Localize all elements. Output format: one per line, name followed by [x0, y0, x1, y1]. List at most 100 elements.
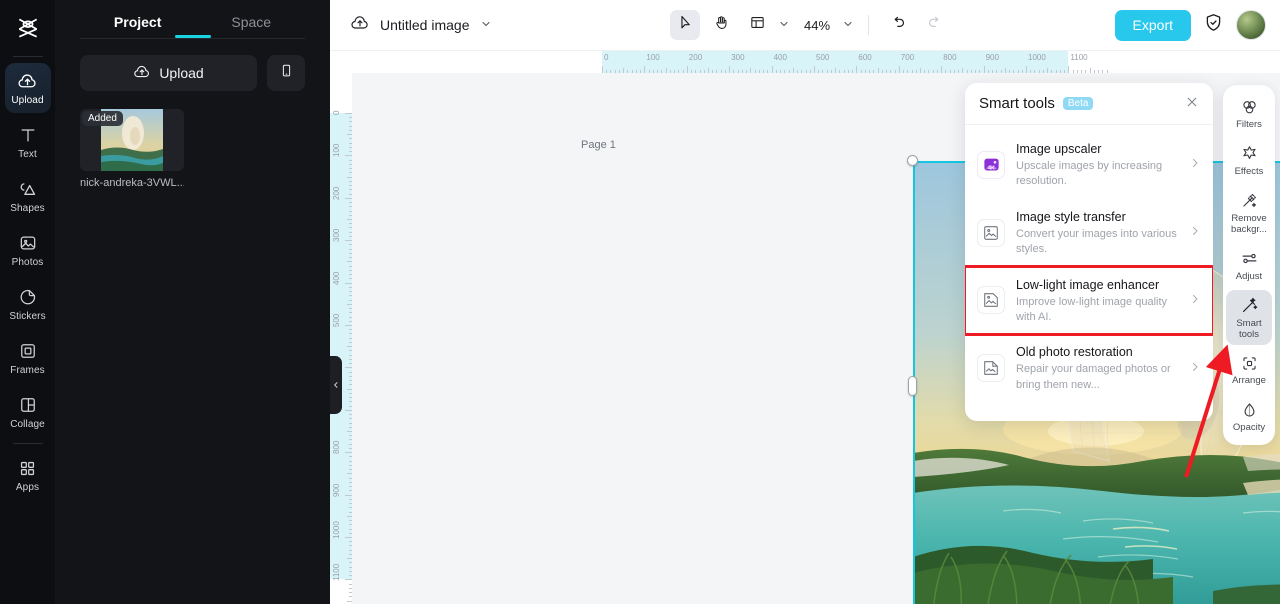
ruler-h-tick — [661, 70, 663, 73]
ruler-v-tick — [349, 414, 352, 416]
ruler-h-tick — [860, 70, 862, 73]
mobile-upload-button[interactable] — [267, 55, 305, 91]
right-tool-remove-background[interactable]: Remove backgr... — [1226, 185, 1272, 241]
cloud-upload-icon[interactable] — [350, 13, 370, 38]
tab-space[interactable]: Space — [231, 14, 271, 38]
document-title[interactable]: Untitled image — [380, 17, 470, 33]
ruler-v-tick — [349, 278, 352, 280]
right-tool-opacity[interactable]: Opacity — [1226, 394, 1272, 439]
smart-tool-item-image-upscaler[interactable]: 4K Image upscaler Upscale images by incr… — [965, 131, 1213, 199]
shield-check-icon[interactable] — [1203, 12, 1224, 38]
smart-tool-item-low-light-image-enhancer[interactable]: Low-light image enhancer Improve low-lig… — [965, 264, 1213, 337]
ruler-v-tick — [349, 308, 352, 310]
rail-item-collage[interactable]: Collage — [5, 387, 51, 437]
rail-item-stickers[interactable]: Stickers — [5, 279, 51, 329]
hand-tool-button[interactable] — [706, 10, 736, 40]
ruler-v-tick — [349, 392, 352, 394]
smart-tool-text: Old photo restoration Repair your damage… — [1016, 343, 1178, 393]
rail-item-shapes[interactable]: Shapes — [5, 171, 51, 221]
top-toolbar: Untitled image 44% Export — [330, 0, 1280, 51]
ruler-h-tick — [797, 70, 799, 73]
right-tool-arrange[interactable]: Arrange — [1226, 347, 1272, 392]
layout-chevron-down-icon[interactable] — [778, 18, 790, 33]
vertical-ruler[interactable]: 010020030040050060070080090010001100 — [330, 73, 352, 604]
rail-item-upload[interactable]: Upload — [4, 63, 51, 113]
ruler-v-tick — [349, 545, 352, 547]
rail-item-photos[interactable]: Photos — [5, 225, 51, 275]
app-root: Upload Text Shapes Photos Stickers Frame… — [0, 0, 1280, 604]
ruler-v-tick — [347, 515, 352, 517]
ruler-h-tick — [941, 66, 943, 73]
right-tool-filters[interactable]: Filters — [1226, 91, 1272, 136]
ruler-v-tick — [347, 219, 352, 220]
ruler-v-tick — [349, 528, 352, 530]
rail-item-text[interactable]: Text — [5, 117, 51, 167]
ruler-h-tick-label: 1100 — [1070, 53, 1088, 62]
canvas-area[interactable]: 0 100 200 300 400 500 600 700 800 900 1000 1100 0 10… — [330, 51, 1280, 604]
ruler-v-tick — [345, 494, 352, 496]
right-tool-adjust[interactable]: Adjust — [1226, 243, 1272, 288]
redo-button[interactable] — [919, 10, 949, 40]
ruler-h-tick — [826, 70, 828, 73]
ruler-v-tick — [349, 274, 352, 276]
ruler-h-tick — [708, 68, 709, 73]
smart-tool-desc: Repair your damaged photos or bring them… — [1016, 363, 1171, 391]
opacity-drop-icon — [1239, 400, 1259, 420]
page-label: Page 1 — [581, 139, 616, 151]
rail-item-apps[interactable]: Apps — [5, 450, 51, 500]
ruler-h-tick — [953, 70, 955, 73]
ruler-h-tick — [703, 70, 705, 73]
asset-thumbnail[interactable]: Added — [80, 109, 184, 171]
shapes-icon — [17, 178, 39, 200]
right-tool-effects[interactable]: Effects — [1226, 138, 1272, 183]
ruler-v-tick — [349, 341, 352, 343]
select-tool-button[interactable] — [670, 10, 700, 40]
ruler-h-tick-label: 900 — [985, 53, 999, 62]
ruler-v-tick — [349, 168, 352, 170]
smart-tool-text: Image upscaler Upscale images by increas… — [1016, 140, 1178, 190]
smart-tool-text: Image style transfer Convert your images… — [1016, 208, 1178, 258]
smart-tool-item-image-style-transfer[interactable]: Image style transfer Convert your images… — [965, 199, 1213, 267]
ruler-h-tick — [818, 70, 820, 73]
asset-item[interactable]: Added nick-andreka-3VWL... — [80, 109, 184, 189]
ruler-h-tick — [1042, 70, 1044, 73]
chevron-down-icon[interactable] — [480, 18, 492, 33]
close-x-icon[interactable] — [1185, 95, 1199, 113]
smart-tool-name: Image upscaler — [1016, 142, 1102, 156]
user-avatar[interactable] — [1236, 10, 1266, 40]
tab-project[interactable]: Project — [114, 14, 161, 38]
ruler-v-tick — [349, 146, 352, 148]
ruler-v-tick — [347, 431, 352, 432]
ruler-v-tick — [349, 532, 352, 534]
ruler-v-tick — [345, 197, 352, 199]
rail-item-frames[interactable]: Frames — [5, 333, 51, 383]
horizontal-ruler[interactable]: 0 100 200 300 400 500 600 700 800 900 1000 1100 — [352, 51, 1280, 73]
export-button[interactable]: Export — [1114, 9, 1191, 41]
ruler-v-tick — [349, 511, 352, 513]
ruler-h-tick — [784, 70, 786, 73]
ruler-h-tick — [763, 70, 765, 73]
undo-button[interactable] — [883, 10, 913, 40]
capcut-logo-icon[interactable] — [8, 8, 48, 48]
right-tool-smart-tools[interactable]: Smart tools — [1226, 289, 1272, 346]
ruler-h-tick — [1013, 70, 1015, 73]
ruler-h-tick — [1000, 70, 1002, 73]
smart-tool-item-old-photo-restoration[interactable]: Old photo restoration Repair your damage… — [965, 334, 1213, 402]
resize-handle-middle-left[interactable] — [908, 376, 917, 396]
ruler-h-tick — [648, 70, 650, 73]
project-panel: Project Space Upload Added nick-andreka-… — [55, 0, 330, 604]
zoom-level-value[interactable]: 44% — [804, 18, 830, 33]
resize-handle-top-left[interactable] — [907, 155, 918, 166]
chevron-right-icon — [1189, 157, 1201, 172]
layout-tool-button[interactable] — [742, 10, 772, 40]
ruler-v-tick — [349, 235, 352, 237]
ruler-v-tick — [349, 142, 352, 144]
ruler-v-tick — [349, 125, 352, 127]
ruler-h-tick — [830, 70, 832, 73]
upload-button[interactable]: Upload — [80, 55, 257, 91]
rail-divider-bottom — [12, 443, 43, 444]
zoom-chevron-down-icon[interactable] — [842, 18, 854, 33]
ruler-v-tick — [349, 129, 352, 131]
panel-collapse-handle[interactable] — [330, 356, 342, 414]
ruler-v-tick — [349, 575, 352, 577]
